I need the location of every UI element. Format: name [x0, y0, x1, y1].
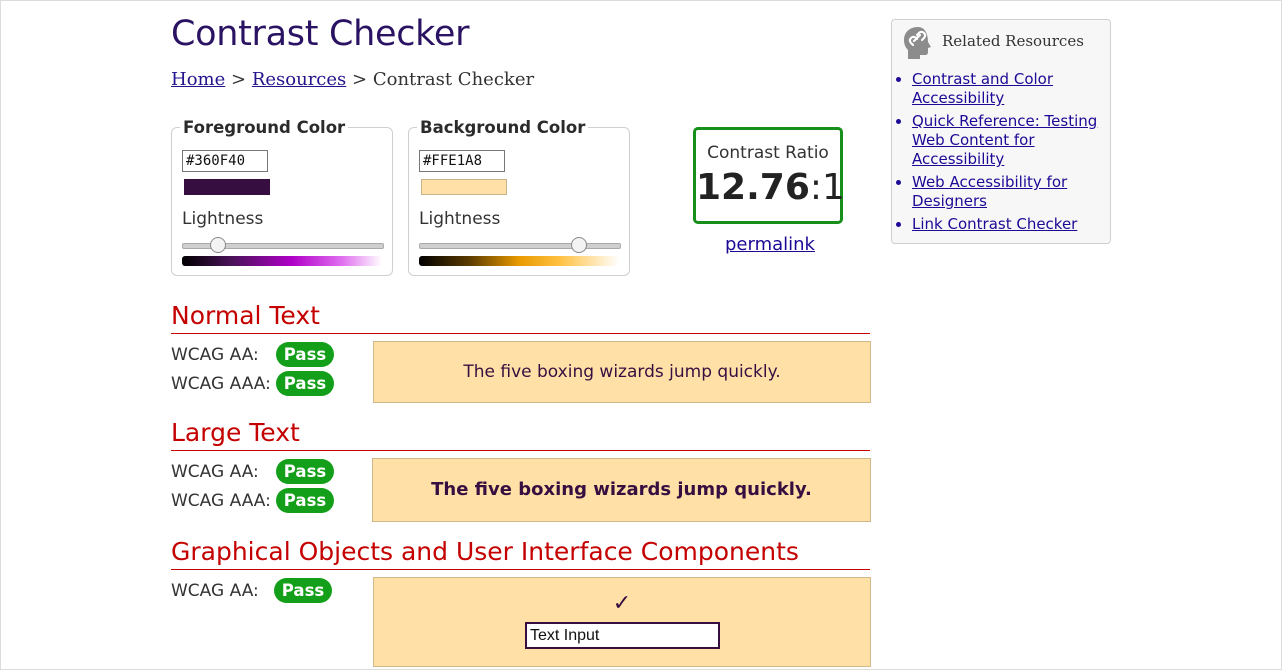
- page-title: Contrast Checker: [171, 14, 470, 54]
- background-color-panel: Background Color Lightness: [408, 118, 630, 276]
- foreground-color-panel: Foreground Color Lightness: [171, 118, 393, 276]
- contrast-ratio-value: 12.76:1: [696, 167, 845, 208]
- related-resources-sidebar: Related Resources Contrast and Color Acc…: [891, 19, 1111, 244]
- sample-text-input[interactable]: [525, 622, 720, 649]
- background-color-swatch[interactable]: [421, 179, 507, 195]
- background-lightness-gradient: [419, 256, 619, 266]
- large-aa-pass-badge: Pass: [276, 459, 334, 484]
- normal-aa-pass-badge: Pass: [276, 342, 334, 367]
- large-aaa-label: WCAG AAA:: [171, 491, 271, 511]
- breadcrumb-current: Contrast Checker: [372, 69, 535, 90]
- large-aaa-pass-badge: Pass: [276, 488, 334, 513]
- foreground-hex-input[interactable]: [182, 150, 268, 172]
- resource-link-link-contrast[interactable]: Link Contrast Checker: [912, 215, 1077, 233]
- resource-link-quick-reference[interactable]: Quick Reference: Testing Web Content for…: [912, 112, 1097, 168]
- checkmark-icon: ✓: [612, 591, 632, 616]
- background-lightness-slider-track[interactable]: [419, 243, 621, 249]
- background-color-legend: Background Color: [417, 118, 589, 137]
- foreground-lightness-gradient: [182, 256, 382, 266]
- list-item: Link Contrast Checker: [912, 215, 1102, 234]
- large-text-sample: The five boxing wizards jump quickly.: [372, 458, 871, 522]
- breadcrumb-resources-link[interactable]: Resources: [252, 69, 346, 90]
- resource-link-designers[interactable]: Web Accessibility for Designers: [912, 173, 1067, 210]
- list-item: Web Accessibility for Designers: [912, 173, 1102, 211]
- graphics-sample: ✓: [373, 577, 871, 667]
- normal-text-sample: The five boxing wizards jump quickly.: [373, 341, 871, 403]
- foreground-color-swatch[interactable]: [184, 179, 270, 195]
- contrast-ratio-suffix: :1: [809, 167, 845, 208]
- permalink-link[interactable]: permalink: [725, 234, 815, 255]
- graphics-aa-label: WCAG AA:: [171, 581, 259, 601]
- large-aa-label: WCAG AA:: [171, 462, 259, 482]
- related-resources-list: Contrast and Color Accessibility Quick R…: [892, 70, 1102, 238]
- normal-text-heading: Normal Text: [171, 301, 870, 334]
- graphics-heading: Graphical Objects and User Interface Com…: [171, 537, 870, 570]
- graphics-aa-pass-badge: Pass: [274, 578, 332, 603]
- list-item: Quick Reference: Testing Web Content for…: [912, 112, 1102, 169]
- contrast-ratio-box: Contrast Ratio 12.76:1: [693, 127, 845, 224]
- normal-aaa-label: WCAG AAA:: [171, 374, 271, 394]
- list-item: Contrast and Color Accessibility: [912, 70, 1102, 108]
- normal-aa-label: WCAG AA:: [171, 345, 259, 365]
- breadcrumb-separator: >: [231, 69, 247, 90]
- foreground-color-legend: Foreground Color: [180, 118, 349, 137]
- related-resources-title: Related Resources: [942, 32, 1084, 50]
- contrast-ratio-label: Contrast Ratio: [707, 143, 829, 163]
- background-lightness-slider-thumb[interactable]: [571, 237, 587, 253]
- foreground-lightness-slider-thumb[interactable]: [210, 237, 226, 253]
- background-lightness-label: Lightness: [419, 209, 501, 229]
- large-text-heading: Large Text: [171, 418, 870, 451]
- foreground-lightness-label: Lightness: [182, 209, 264, 229]
- contrast-ratio-number: 12.76: [696, 167, 810, 208]
- link-icon: [904, 27, 931, 59]
- breadcrumb-separator: >: [352, 69, 368, 90]
- background-hex-input[interactable]: [419, 150, 505, 172]
- resource-link-contrast-color[interactable]: Contrast and Color Accessibility: [912, 70, 1053, 107]
- normal-aaa-pass-badge: Pass: [276, 371, 334, 396]
- breadcrumb: Home > Resources > Contrast Checker: [171, 69, 534, 90]
- breadcrumb-home-link[interactable]: Home: [171, 69, 225, 90]
